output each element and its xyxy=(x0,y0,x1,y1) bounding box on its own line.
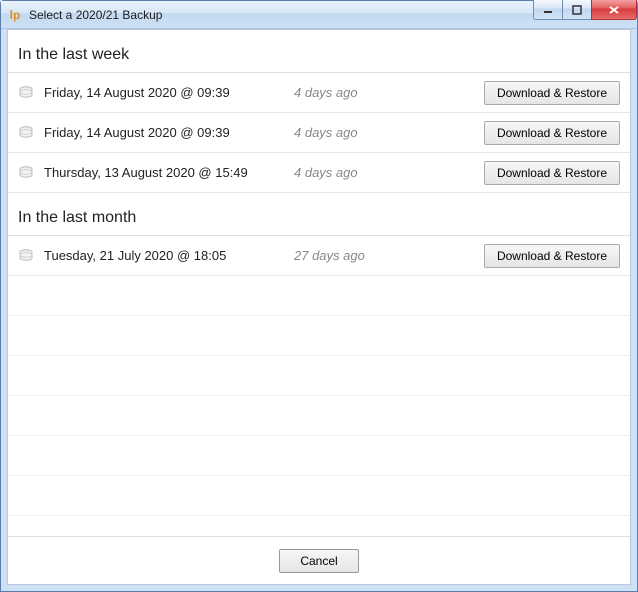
maximize-button[interactable] xyxy=(562,0,592,20)
backup-row: Friday, 14 August 2020 @ 09:39 4 days ag… xyxy=(8,113,630,153)
backup-label: Friday, 14 August 2020 @ 09:39 xyxy=(44,125,294,140)
dialog-footer: Cancel xyxy=(8,536,630,584)
backup-label: Friday, 14 August 2020 @ 09:39 xyxy=(44,85,294,100)
empty-row xyxy=(8,476,630,516)
download-restore-button[interactable]: Download & Restore xyxy=(484,121,620,145)
window-title: Select a 2020/21 Backup xyxy=(29,8,162,22)
window-controls xyxy=(534,0,637,20)
backup-label: Tuesday, 21 July 2020 @ 18:05 xyxy=(44,248,294,263)
content-area: In the last week Friday, 14 August 2020 … xyxy=(7,29,631,585)
empty-row xyxy=(8,516,630,536)
database-icon xyxy=(18,126,34,140)
maximize-icon xyxy=(572,5,582,15)
backup-age: 4 days ago xyxy=(294,165,484,180)
empty-row xyxy=(8,396,630,436)
backup-row: Tuesday, 21 July 2020 @ 18:05 27 days ag… xyxy=(8,236,630,276)
close-button[interactable] xyxy=(591,0,637,20)
database-icon xyxy=(18,249,34,263)
minimize-icon xyxy=(543,5,553,15)
empty-row xyxy=(8,356,630,396)
database-icon xyxy=(18,166,34,180)
backup-list: In the last week Friday, 14 August 2020 … xyxy=(8,30,630,536)
titlebar[interactable]: lp Select a 2020/21 Backup xyxy=(1,1,637,29)
backup-label: Thursday, 13 August 2020 @ 15:49 xyxy=(44,165,294,180)
empty-row xyxy=(8,276,630,316)
app-icon: lp xyxy=(7,7,23,23)
backup-age: 27 days ago xyxy=(294,248,484,263)
download-restore-button[interactable]: Download & Restore xyxy=(484,161,620,185)
backup-age: 4 days ago xyxy=(294,85,484,100)
download-restore-button[interactable]: Download & Restore xyxy=(484,244,620,268)
cancel-button[interactable]: Cancel xyxy=(279,549,358,573)
backup-row: Thursday, 13 August 2020 @ 15:49 4 days … xyxy=(8,153,630,193)
section-header-month: In the last month xyxy=(8,193,630,236)
dialog-window: lp Select a 2020/21 Backup In the last w… xyxy=(0,0,638,592)
download-restore-button[interactable]: Download & Restore xyxy=(484,81,620,105)
empty-row xyxy=(8,436,630,476)
minimize-button[interactable] xyxy=(533,0,563,20)
close-icon xyxy=(608,5,620,15)
database-icon xyxy=(18,86,34,100)
backup-age: 4 days ago xyxy=(294,125,484,140)
backup-row: Friday, 14 August 2020 @ 09:39 4 days ag… xyxy=(8,73,630,113)
section-header-week: In the last week xyxy=(8,30,630,73)
empty-row xyxy=(8,316,630,356)
